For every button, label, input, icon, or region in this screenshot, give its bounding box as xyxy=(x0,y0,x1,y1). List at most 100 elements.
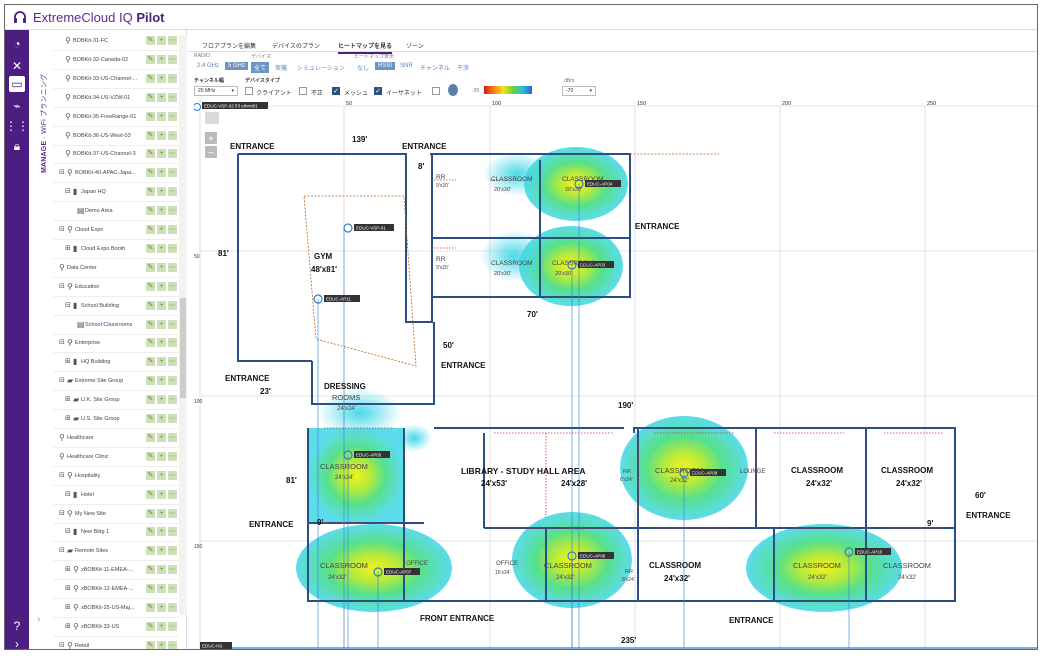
tree-item[interactable]: ⚲ BOBKit-33-US-Channel-... ✎ + ⋯ xyxy=(53,70,179,89)
tab-1[interactable]: デバイスのプラン xyxy=(272,41,320,50)
add-icon[interactable]: + xyxy=(157,470,166,480)
more-icon[interactable]: ⋯ xyxy=(168,451,177,461)
dbm-select[interactable]: -70 ▾ xyxy=(562,86,596,96)
add-icon[interactable]: + xyxy=(157,36,166,45)
mesh-checkbox[interactable]: ✓ xyxy=(332,87,340,95)
more-icon[interactable]: ⋯ xyxy=(168,54,177,64)
expand-toggle-icon[interactable]: ⊞ xyxy=(65,414,71,422)
expand-toggle-icon[interactable]: ⊟ xyxy=(59,546,65,554)
rogue-checkbox[interactable] xyxy=(299,87,307,95)
add-icon[interactable]: + xyxy=(157,395,166,405)
heatmap-interference-button[interactable]: 干渉 xyxy=(454,62,472,73)
client-checkbox[interactable] xyxy=(245,87,253,95)
expand-toggle-icon[interactable]: ⊟ xyxy=(59,376,65,384)
edit-icon[interactable]: ✎ xyxy=(146,508,155,518)
tree-item[interactable]: ⊞ ⚲ xBOBKit-12-EMEA-... ✎ + ⋯ xyxy=(53,580,179,600)
more-icon[interactable]: ⋯ xyxy=(168,206,177,216)
expand-toggle-icon[interactable]: ⊟ xyxy=(59,168,65,176)
heatmap-rssi-button[interactable]: RSSI xyxy=(375,62,396,70)
add-icon[interactable]: + xyxy=(157,357,166,367)
edit-icon[interactable]: ✎ xyxy=(146,640,155,649)
tree-item[interactable]: ▤ School Classrooms ✎ + ⋯ xyxy=(53,316,179,335)
tree-item[interactable]: ⊞ ⚲ xBOBKit-11-EMEA-... ✎ + ⋯ xyxy=(53,561,179,581)
more-icon[interactable]: ⋯ xyxy=(168,565,177,575)
heatmap-snr-button[interactable]: SNR xyxy=(397,62,416,70)
add-icon[interactable]: + xyxy=(157,546,166,556)
tree-item[interactable]: ⚲ Healthcare ✎ + ⋯ xyxy=(53,429,179,448)
more-icon[interactable]: ⋯ xyxy=(168,111,177,121)
add-icon[interactable]: + xyxy=(157,432,166,442)
add-icon[interactable]: + xyxy=(157,451,166,461)
add-icon[interactable]: + xyxy=(157,376,166,386)
edit-icon[interactable]: ✎ xyxy=(146,414,155,423)
edit-icon[interactable]: ✎ xyxy=(146,149,155,159)
add-icon[interactable]: + xyxy=(157,149,166,159)
expand-toggle-icon[interactable]: ⊞ xyxy=(65,357,71,365)
tools-icon[interactable]: ✕ xyxy=(9,58,25,74)
edit-icon[interactable]: ✎ xyxy=(146,319,155,329)
more-icon[interactable]: ⋯ xyxy=(168,584,177,594)
pan-control[interactable] xyxy=(205,112,219,124)
expand-toggle-icon[interactable]: ⊟ xyxy=(65,490,71,498)
tree-item[interactable]: ⊟ ▮ Japan HQ ✎ + ⋯ xyxy=(53,183,179,203)
more-icon[interactable]: ⋯ xyxy=(168,527,177,537)
more-icon[interactable]: ⋯ xyxy=(168,546,177,556)
add-icon[interactable]: + xyxy=(157,603,166,612)
edit-icon[interactable]: ✎ xyxy=(146,584,155,594)
tree-item[interactable]: ⊟ ⚲ My New Site ✎ + ⋯ xyxy=(53,505,179,524)
add-icon[interactable]: + xyxy=(157,206,166,216)
heatmap-channel-button[interactable]: チャンネル xyxy=(417,62,453,73)
tree-item[interactable]: ⊟ ⚲ Hospitality ✎ + ⋯ xyxy=(53,467,179,486)
edit-icon[interactable]: ✎ xyxy=(146,92,155,102)
edit-icon[interactable]: ✎ xyxy=(146,376,155,386)
more-icon[interactable]: ⋯ xyxy=(168,262,177,272)
expand-toggle-icon[interactable]: ⊞ xyxy=(65,565,71,573)
add-icon[interactable]: + xyxy=(157,168,166,178)
tree-item[interactable]: ▤ Demo Area ✎ + ⋯ xyxy=(53,202,179,222)
expand-toggle-icon[interactable]: ⊞ xyxy=(65,603,71,611)
more-icon[interactable]: ⋯ xyxy=(168,168,177,178)
more-icon[interactable]: ⋯ xyxy=(168,300,177,310)
radio-5ghz-button[interactable]: 5 GHz xyxy=(225,62,249,70)
expand-toggle-icon[interactable]: ⊞ xyxy=(65,395,71,403)
edit-icon[interactable]: ✎ xyxy=(146,300,155,310)
edit-icon[interactable]: ✎ xyxy=(146,262,155,272)
add-icon[interactable]: + xyxy=(157,621,166,631)
add-icon[interactable]: + xyxy=(157,508,166,518)
tree-item[interactable]: ⊟ ⚲ Education ✎ + ⋯ xyxy=(53,278,179,297)
more-icon[interactable]: ⋯ xyxy=(168,36,177,45)
edit-icon[interactable]: ✎ xyxy=(146,432,155,442)
ap-marker[interactable]: EDUC-VSP-01 xyxy=(343,223,394,233)
edit-icon[interactable]: ✎ xyxy=(146,357,155,367)
floor-plan-canvas[interactable]: 50 100 150 200 250 50 100 150 EDUC-AP04 … xyxy=(194,98,1038,650)
edit-icon[interactable]: ✎ xyxy=(146,130,155,140)
more-icon[interactable]: ⋯ xyxy=(168,319,177,329)
ethernet-checkbox[interactable]: ✓ xyxy=(374,87,382,95)
analytics-icon[interactable]: ⌁ xyxy=(9,98,25,114)
add-icon[interactable]: + xyxy=(157,281,166,291)
tree-item[interactable]: ⚲ BOBKit-36-US-West-03 ✎ + ⋯ xyxy=(53,127,179,146)
add-icon[interactable]: + xyxy=(157,584,166,594)
edit-icon[interactable]: ✎ xyxy=(146,243,155,253)
add-icon[interactable]: + xyxy=(157,414,166,423)
tree-item[interactable]: ⊟ ▮ Hotel ✎ + ⋯ xyxy=(53,486,179,505)
more-icon[interactable]: ⋯ xyxy=(168,281,177,291)
more-icon[interactable]: ⋯ xyxy=(168,621,177,631)
expand-toggle-icon[interactable]: ⊞ xyxy=(65,244,71,252)
add-icon[interactable]: + xyxy=(157,338,166,348)
more-icon[interactable]: ⋯ xyxy=(168,130,177,140)
tree-item[interactable]: ⊞ ▰ U.S. Site Group ✎ + ⋯ xyxy=(53,410,179,429)
heatmap-none-button[interactable]: なし xyxy=(354,62,372,73)
add-icon[interactable]: + xyxy=(157,300,166,310)
add-icon[interactable]: + xyxy=(157,187,166,197)
expand-toggle-icon[interactable]: ⊟ xyxy=(65,527,71,535)
device-real-button[interactable]: 実機 xyxy=(272,62,290,73)
tree-item[interactable]: ⊞ ⚲ xBOBKit-33-US ✎ + ⋯ xyxy=(53,618,179,637)
add-icon[interactable]: + xyxy=(157,130,166,140)
edit-icon[interactable]: ✎ xyxy=(146,565,155,575)
channel-width-select[interactable]: 20 MHz ▾ xyxy=(194,86,238,96)
layers-icon[interactable] xyxy=(448,84,458,96)
ap-marker[interactable]: EDUC-AP11 xyxy=(313,294,360,304)
edit-icon[interactable]: ✎ xyxy=(146,527,155,537)
more-icon[interactable]: ⋯ xyxy=(168,187,177,197)
